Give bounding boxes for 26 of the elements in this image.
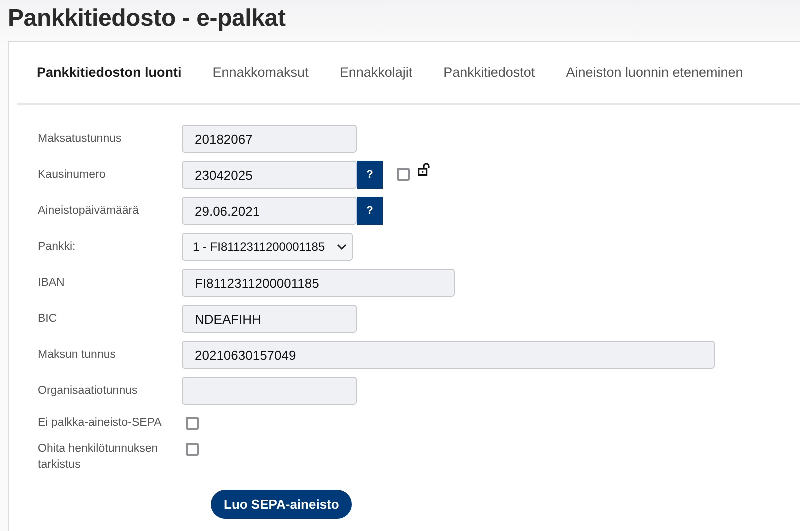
create-sepa-button[interactable]: Luo SEPA-aineisto (211, 490, 352, 519)
input-field[interactable]: NDEAFIHH (182, 305, 357, 333)
help-button[interactable]: ? (357, 161, 383, 189)
field-label: Kausinumero (38, 168, 107, 183)
tab[interactable]: Aineiston luonnin eteneminen (566, 65, 744, 80)
bank-dropdown[interactable]: 1 - FI8112311200001185 (182, 233, 353, 261)
field-label: Aineistopäivämäärä (38, 204, 140, 219)
field-label: Ohita henkilötunnuksen tarkistus (38, 442, 160, 473)
input-field[interactable]: 29.06.2021 (182, 197, 357, 225)
field-label: IBAN (38, 276, 66, 291)
field-label: BIC (38, 312, 58, 327)
help-button[interactable]: ? (357, 197, 383, 225)
tab[interactable]: Ennakkomaksut (212, 65, 309, 80)
input-field[interactable]: 20182067 (182, 125, 357, 153)
field-label: Maksatustunnus (38, 132, 123, 147)
field-label: Pankki: (38, 240, 77, 255)
tab[interactable]: Pankkitiedostot (444, 65, 536, 80)
input-field[interactable]: 20210630157049 (182, 341, 715, 369)
page-title: Pankkitiedosto - e-palkat (7, 4, 287, 34)
tab[interactable]: Pankkitiedoston luonti (37, 65, 182, 80)
input-field[interactable]: 23042025 (182, 161, 357, 189)
field-label: Ei palkka-aineisto-SEPA (38, 416, 163, 431)
field-label: Organisaatiotunnus (38, 384, 139, 399)
field-label: Maksun tunnus (38, 348, 117, 363)
tab[interactable]: Ennakkolajit (340, 65, 413, 80)
input-field[interactable]: FI8112311200001185 (182, 269, 455, 297)
